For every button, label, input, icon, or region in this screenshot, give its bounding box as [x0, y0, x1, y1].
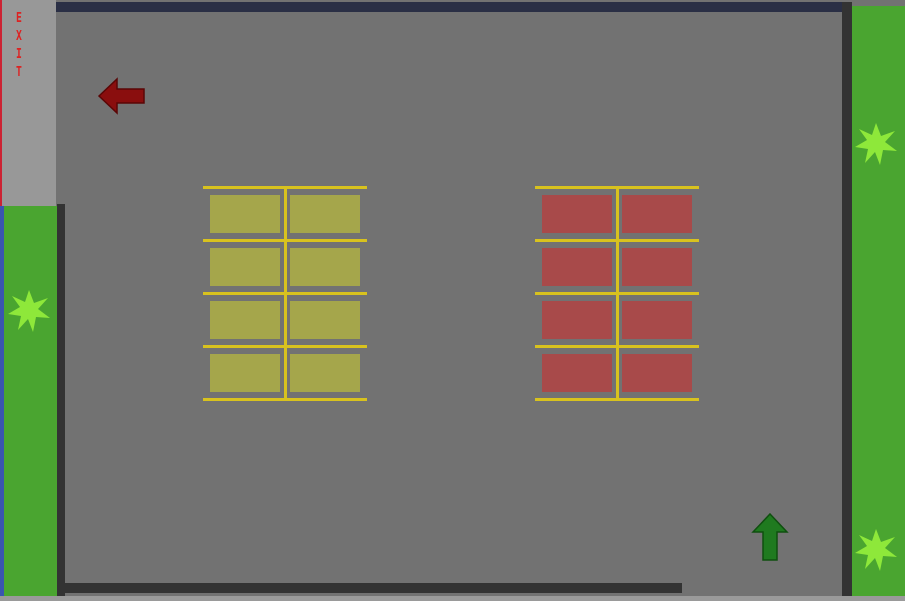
parking-lot-yellow: [203, 186, 367, 402]
exit-letter: I: [16, 47, 22, 62]
right-wall: [842, 2, 852, 598]
parking-slot: [210, 195, 280, 233]
parking-scene: E X I T: [0, 0, 905, 601]
parking-slot: [290, 195, 360, 233]
parking-slot: [290, 301, 360, 339]
parking-slot: [210, 354, 280, 392]
bottom-edge: [0, 596, 905, 601]
parking-slot: [622, 248, 692, 286]
exit-letter: E: [16, 11, 22, 26]
parking-slot: [210, 248, 280, 286]
bush-icon: [855, 123, 897, 165]
arrow-up-icon: [751, 512, 789, 561]
exit-sign: E X I T: [11, 10, 27, 82]
arrow-left-icon: [97, 77, 145, 115]
exit-zone: E X I T: [0, 0, 56, 206]
parking-slot: [210, 301, 280, 339]
parking-slot: [542, 195, 612, 233]
parking-divider: [616, 186, 619, 400]
parking-divider: [284, 186, 287, 400]
parking-slot: [290, 248, 360, 286]
exit-letter: T: [16, 65, 22, 80]
parking-slot: [622, 354, 692, 392]
exit-letter: X: [16, 29, 22, 44]
left-wall: [57, 204, 65, 598]
bottom-wall: [60, 583, 682, 593]
top-wall: [52, 2, 844, 12]
parking-slot: [290, 354, 360, 392]
bush-icon: [8, 290, 50, 332]
parking-slot: [542, 354, 612, 392]
bush-icon: [855, 529, 897, 571]
grass-right: [852, 6, 905, 598]
parking-slot: [622, 195, 692, 233]
parking-slot: [542, 301, 612, 339]
parking-lot-red: [535, 186, 699, 402]
grass-left: [0, 206, 57, 598]
parking-slot: [622, 301, 692, 339]
parking-slot: [542, 248, 612, 286]
